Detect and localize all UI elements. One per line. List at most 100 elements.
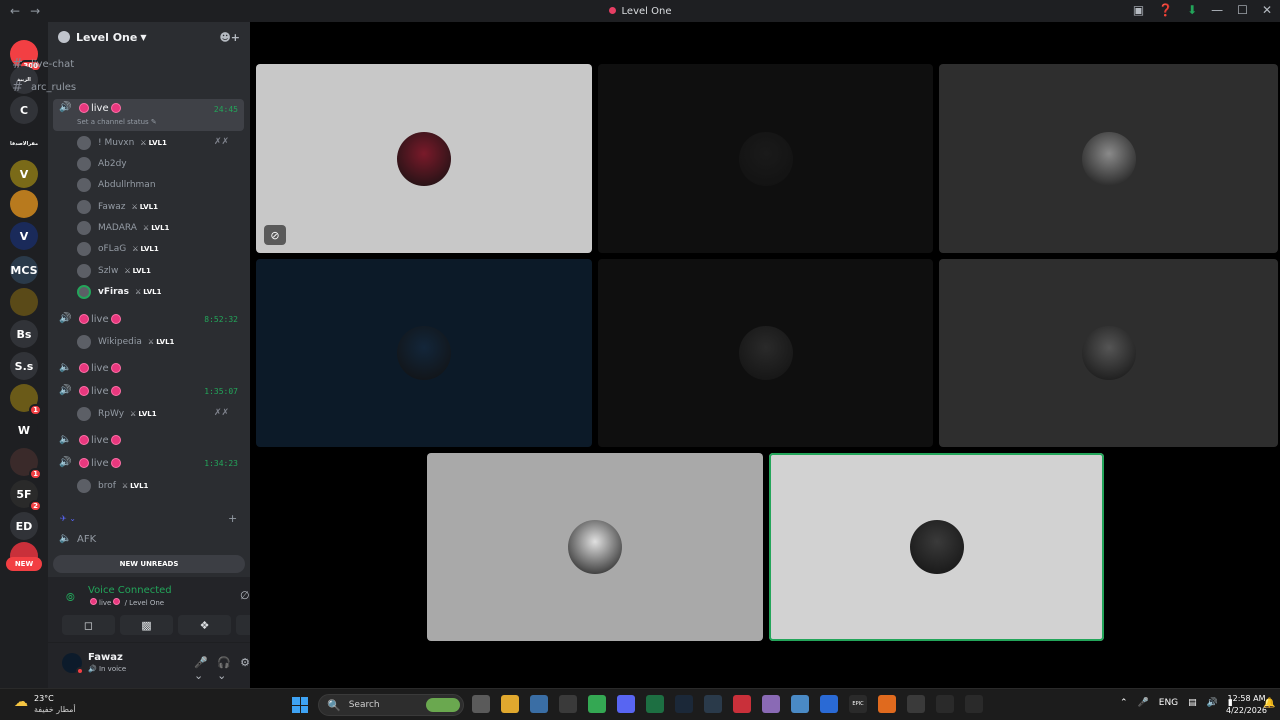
server-icon[interactable]: V <box>10 160 38 188</box>
server-icon[interactable]: Bs <box>10 320 38 348</box>
tray-overflow-icon[interactable]: ⌃ <box>1120 698 1128 708</box>
inbox-icon[interactable]: ▣ <box>1133 3 1144 17</box>
download-icon[interactable]: ⬇ <box>1187 3 1197 17</box>
text-channel-arc-rules[interactable]: # arc_rules <box>8 77 194 97</box>
voice-user[interactable]: Ab2dy <box>77 155 127 173</box>
taskbar-app-icon[interactable] <box>617 695 635 713</box>
taskbar-app-icon[interactable] <box>472 695 490 713</box>
taskbar-app-icon[interactable] <box>936 695 954 713</box>
settings-gear-icon[interactable]: ⚙ <box>240 656 250 682</box>
voice-channel-live-6[interactable]: 🔊 live 1:34:23 <box>53 453 244 473</box>
taskbar-app-icon[interactable]: EPIC <box>849 695 867 713</box>
voice-channel-afk[interactable]: 🔈 AFK <box>53 529 244 549</box>
voice-channel-live-5[interactable]: 🔈 live <box>53 430 244 450</box>
taskbar-app-icon[interactable] <box>820 695 838 713</box>
notification-bell-icon[interactable]: 🔔 <box>1263 698 1275 709</box>
close-icon[interactable]: ✕ <box>1262 3 1272 17</box>
voice-user[interactable]: RpWy LVL1 <box>77 405 157 423</box>
headphones-icon[interactable]: 🎧⌄ <box>217 656 231 682</box>
add-member-icon[interactable]: ☻+ <box>219 31 240 44</box>
server-icon[interactable]: 1 <box>10 448 42 480</box>
participant-tile[interactable] <box>939 64 1278 253</box>
back-arrow-icon[interactable]: ← <box>10 4 20 18</box>
taskbar-clock[interactable]: 12:58 AM 4/22/2026 <box>1226 693 1267 717</box>
avatar <box>77 407 91 421</box>
noise-suppression-icon[interactable]: ∅ <box>240 589 250 602</box>
new-unreads-button[interactable]: NEW UNREADS <box>53 555 245 573</box>
taskbar-app-icon[interactable] <box>559 695 577 713</box>
microphone-icon[interactable]: 🎤⌄ <box>194 656 208 682</box>
voice-user[interactable]: oFLaG LVL1 <box>77 240 159 258</box>
participant-tile[interactable] <box>769 453 1104 641</box>
participant-tile[interactable] <box>427 453 763 641</box>
voice-channel-live-3[interactable]: 🔈 live <box>53 358 244 378</box>
voice-channel-live-4[interactable]: 🔊 live 1:35:07 <box>53 381 244 401</box>
voice-connected-title[interactable]: Voice Connected <box>88 585 172 596</box>
start-button[interactable] <box>292 697 308 713</box>
voice-user[interactable]: ! Muvxn LVL1 <box>77 134 167 152</box>
server-icon[interactable]: C <box>10 96 38 124</box>
server-icon[interactable] <box>10 288 38 316</box>
channel-status[interactable]: Set a channel status ✎ <box>77 118 157 126</box>
server-icon[interactable]: 1 <box>10 384 42 416</box>
language-indicator[interactable]: ENG <box>1159 698 1178 708</box>
text-channel-live-chat[interactable]: # live-chat <box>8 54 194 74</box>
taskbar-app-icon[interactable] <box>501 695 519 713</box>
camera-button[interactable]: ◻ <box>62 615 115 635</box>
voice-user[interactable]: brof LVL1 <box>77 477 148 495</box>
forward-arrow-icon[interactable]: → <box>30 4 40 18</box>
signal-icon[interactable]: ⦾ <box>66 591 75 605</box>
participant-tile[interactable]: ⊘ <box>256 64 592 253</box>
network-icon[interactable]: ▤ <box>1188 698 1197 708</box>
minimize-icon[interactable]: — <box>1211 3 1223 17</box>
taskbar-app-icon[interactable] <box>733 695 751 713</box>
voice-user[interactable]: Abdullrhman <box>77 176 156 194</box>
activities-button[interactable]: ❖ <box>178 615 231 635</box>
server-icon[interactable]: مقرالاصدقا <box>10 130 38 158</box>
weather-temperature[interactable]: 23°C <box>34 694 54 703</box>
voice-user[interactable]: Szlw LVL1 <box>77 262 151 280</box>
guild-header[interactable]: Level One ▼ ☻+ <box>48 22 250 52</box>
new-servers-pill[interactable]: NEW <box>6 557 42 571</box>
weather-icon[interactable]: ☁ <box>14 694 28 710</box>
server-icon[interactable]: W <box>10 416 38 444</box>
server-icon[interactable]: 5F 2 <box>10 480 42 512</box>
taskbar-app-icon[interactable] <box>907 695 925 713</box>
help-icon[interactable]: ❓ <box>1158 3 1173 17</box>
weather-condition[interactable]: أمطار خفيفة <box>34 705 76 714</box>
participant-tile[interactable] <box>256 259 592 447</box>
server-icon[interactable]: S.s <box>10 352 38 380</box>
voice-channel-live-2[interactable]: 🔊 live 8:52:32 <box>53 309 244 329</box>
create-channel-icon[interactable]: + <box>228 512 237 525</box>
taskbar-app-icon[interactable] <box>791 695 809 713</box>
volume-icon[interactable]: 🔊 <box>1207 698 1218 708</box>
screen-share-button[interactable]: ▩ <box>120 615 173 635</box>
maximize-icon[interactable]: ☐ <box>1237 3 1248 17</box>
voice-user[interactable]: Fawaz LVL1 <box>77 198 158 216</box>
taskbar-app-icon[interactable] <box>588 695 606 713</box>
voice-connected-channel[interactable]: live / Level One <box>88 598 164 607</box>
taskbar-app-icon[interactable] <box>762 695 780 713</box>
avatar[interactable] <box>62 653 84 675</box>
server-icon[interactable] <box>10 190 38 218</box>
voice-channel-live-active[interactable]: 🔊 live 24:45 Set a channel status ✎ <box>53 99 244 131</box>
server-icon[interactable]: V <box>10 222 38 250</box>
taskbar-app-icon[interactable] <box>530 695 548 713</box>
taskbar-app-icon[interactable] <box>704 695 722 713</box>
participant-tile[interactable] <box>598 259 933 447</box>
taskbar-app-icon[interactable] <box>965 695 983 713</box>
participant-tile[interactable] <box>598 64 933 253</box>
microphone-icon[interactable]: 🎤 <box>1138 698 1149 708</box>
server-icon[interactable]: ED <box>10 512 38 540</box>
participant-tile[interactable] <box>939 259 1278 447</box>
voice-user[interactable]: Wikipedia LVL1 <box>77 333 174 351</box>
taskbar-app-icon[interactable] <box>646 695 664 713</box>
server-icon[interactable]: MCS <box>10 256 38 284</box>
taskbar-app-icon[interactable] <box>675 695 693 713</box>
taskbar-app-icon[interactable] <box>878 695 896 713</box>
voice-user[interactable]: MADARA LVL1 <box>77 219 169 237</box>
voice-user[interactable]: vFiras LVL1 <box>77 283 162 301</box>
category-collapse-icon[interactable]: ✈ ⌄ <box>60 514 76 523</box>
user-name[interactable]: Fawaz <box>88 652 123 663</box>
taskbar-search[interactable]: 🔍 Search <box>318 694 464 716</box>
